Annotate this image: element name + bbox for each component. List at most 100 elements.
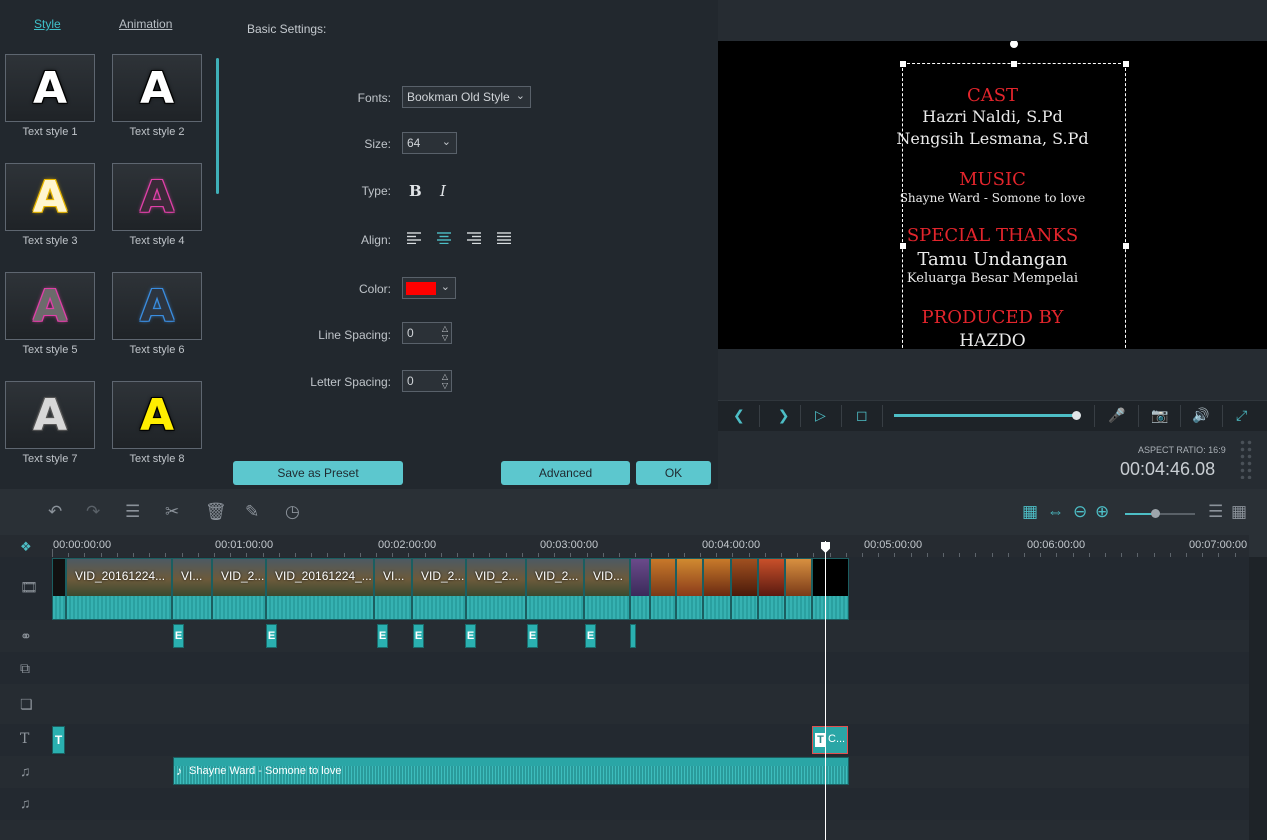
tab-style[interactable]: Style xyxy=(34,17,61,31)
align-justify-icon[interactable] xyxy=(497,231,511,249)
cut-icon[interactable]: ✂ xyxy=(165,502,179,522)
text-style-7[interactable]: A Text style 7 xyxy=(5,381,101,485)
playhead[interactable] xyxy=(825,541,826,840)
timeline-scrollbar[interactable] xyxy=(1249,557,1267,840)
chevron-down-icon[interactable]: ▽ xyxy=(442,381,448,390)
transition-marker[interactable]: E xyxy=(585,624,596,648)
ok-button[interactable]: OK xyxy=(636,461,711,485)
video-clip[interactable]: VID_20161224... xyxy=(66,558,172,620)
progress-track[interactable] xyxy=(894,411,1082,420)
transition-marker[interactable]: E xyxy=(173,624,184,648)
resize-handle[interactable] xyxy=(900,61,906,67)
video-clip[interactable] xyxy=(630,558,650,620)
resize-handle[interactable] xyxy=(1123,243,1129,249)
chevron-up-icon[interactable]: △ xyxy=(442,372,448,381)
skip-forward-icon[interactable]: ❯ xyxy=(775,407,790,424)
transition-marker[interactable]: E xyxy=(465,624,476,648)
grip-dots[interactable] xyxy=(1239,439,1253,479)
progress-knob[interactable] xyxy=(1072,411,1082,420)
transition-marker[interactable] xyxy=(630,624,636,648)
credits-title-clip[interactable]: T C... xyxy=(812,726,848,754)
align-left-icon[interactable] xyxy=(407,231,421,249)
skip-back-icon[interactable]: ❮ xyxy=(733,407,748,424)
size-select[interactable]: 64 ⌄ xyxy=(402,132,457,154)
fullscreen-icon[interactable]: ⤢ xyxy=(1236,407,1247,424)
resize-handle[interactable] xyxy=(1123,61,1129,67)
video-clip[interactable]: VID_2... xyxy=(212,558,266,620)
volume-icon[interactable]: 🔊 xyxy=(1192,407,1209,424)
color-picker[interactable]: ⌄ xyxy=(402,277,456,299)
video-clip[interactable] xyxy=(758,558,785,620)
text-style-8[interactable]: A Text style 8 xyxy=(112,381,208,485)
video-clip[interactable]: VID... xyxy=(584,558,630,620)
italic-button[interactable]: I xyxy=(440,182,446,200)
style-letter: A xyxy=(139,280,175,332)
text-style-1[interactable]: A Text style 1 xyxy=(5,54,101,158)
video-clip[interactable]: VID_2... xyxy=(466,558,526,620)
timeline-ruler[interactable]: ❖ 00:00:00:00 00:01:00:00 00:02:00:00 00… xyxy=(0,535,1249,557)
text-style-3[interactable]: A Text style 3 xyxy=(5,163,101,267)
transition-marker[interactable]: E xyxy=(527,624,538,648)
video-clip[interactable]: VI... xyxy=(172,558,212,620)
text-style-label: Text style 7 xyxy=(22,453,78,465)
rotate-handle[interactable] xyxy=(1010,41,1018,48)
video-clip[interactable] xyxy=(785,558,812,620)
text-style-2[interactable]: A Text style 2 xyxy=(112,54,208,158)
chevron-down-icon[interactable]: ▽ xyxy=(442,333,448,342)
align-center-icon[interactable] xyxy=(437,231,451,249)
transition-marker[interactable]: E xyxy=(377,624,388,648)
delete-icon[interactable]: 🗑 xyxy=(205,502,227,522)
zoom-slider[interactable] xyxy=(1125,509,1195,518)
list-view-icon[interactable]: ☰ xyxy=(1208,502,1223,522)
resize-handle[interactable] xyxy=(1011,61,1017,67)
text-style-4[interactable]: A Text style 4 xyxy=(112,163,208,267)
chevron-up-icon[interactable]: △ xyxy=(442,324,448,333)
preview-canvas[interactable]: CAST Hazri Naldi, S.Pd Nengsih Lesmana, … xyxy=(718,41,1267,349)
video-clip[interactable]: VID_20161224_... xyxy=(266,558,374,620)
video-clip[interactable] xyxy=(812,558,849,620)
video-clip[interactable]: VID_2... xyxy=(412,558,466,620)
resize-handle[interactable] xyxy=(900,243,906,249)
video-clip[interactable] xyxy=(703,558,731,620)
fit-timeline-icon[interactable]: ⇔ xyxy=(1047,502,1064,522)
video-clip[interactable] xyxy=(676,558,703,620)
video-clip[interactable]: VI... xyxy=(374,558,412,620)
undo-icon[interactable]: ↶ xyxy=(48,502,62,522)
letter-spacing-stepper[interactable]: 0 △ ▽ xyxy=(402,370,452,392)
video-clip[interactable] xyxy=(731,558,758,620)
camera-icon[interactable]: 📷 xyxy=(1151,407,1168,424)
video-clip[interactable] xyxy=(650,558,676,620)
zoom-in-icon[interactable]: ⊕ xyxy=(1095,502,1109,522)
film-icon: 🎞 xyxy=(20,579,38,595)
grid-view-icon[interactable]: ▦ xyxy=(1231,502,1247,522)
tab-animation[interactable]: Animation xyxy=(119,17,172,31)
video-clip[interactable] xyxy=(52,558,66,620)
zoom-slider-knob[interactable] xyxy=(1151,509,1160,518)
transition-marker[interactable]: E xyxy=(266,624,277,648)
audio-mixer-icon[interactable]: ▦ xyxy=(1022,502,1038,522)
style-letter: A xyxy=(32,62,68,114)
redo-icon[interactable]: ↷ xyxy=(86,502,100,522)
microphone-icon[interactable]: 🎤 xyxy=(1108,407,1125,424)
text-style-6[interactable]: A Text style 6 xyxy=(112,272,208,376)
bold-button[interactable]: B xyxy=(409,182,422,200)
save-as-preset-button[interactable]: Save as Preset xyxy=(233,461,403,485)
title-clip-start[interactable]: T xyxy=(52,726,65,754)
text-icon: T xyxy=(20,731,30,747)
stop-icon[interactable]: ◻ xyxy=(856,407,868,424)
adjust-icon[interactable]: ☰ xyxy=(125,502,140,522)
edit-icon[interactable]: ✎ xyxy=(245,502,259,522)
font-select[interactable]: Bookman Old Style ⌄ xyxy=(402,86,531,108)
line-spacing-stepper[interactable]: 0 △ ▽ xyxy=(402,322,452,344)
clock-icon[interactable]: ◷ xyxy=(285,502,300,522)
text-style-5[interactable]: A Text style 5 xyxy=(5,272,101,376)
zoom-out-icon[interactable]: ⊖ xyxy=(1073,502,1087,522)
transition-marker[interactable]: E xyxy=(413,624,424,648)
video-clip[interactable]: VID_2... xyxy=(526,558,584,620)
align-right-icon[interactable] xyxy=(467,231,481,249)
magnet-icon[interactable]: ❖ xyxy=(20,539,32,555)
audio-clip[interactable]: ♪ Shayne Ward - Somone to love xyxy=(173,757,849,785)
advanced-button[interactable]: Advanced xyxy=(501,461,630,485)
text-selection-box[interactable] xyxy=(902,63,1126,349)
play-icon[interactable]: ▷ xyxy=(815,407,826,424)
